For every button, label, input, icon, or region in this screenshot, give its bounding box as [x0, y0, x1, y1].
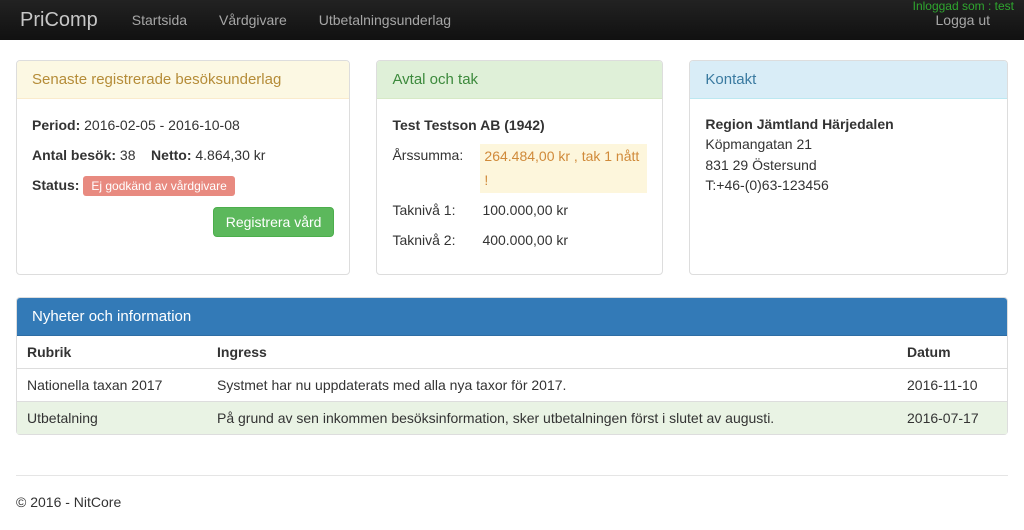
- nav-startsida[interactable]: Startsida: [118, 2, 201, 38]
- panel-agreement-body: Test Testson AB (1942) Årssumma: 264.484…: [377, 99, 662, 274]
- news-rubrik: Nationella taxan 2017: [17, 368, 207, 401]
- panel-contact-title: Kontakt: [690, 61, 1007, 99]
- level1-label: Taknivå 1:: [392, 199, 482, 223]
- period-value: 2016-02-05 - 2016-10-08: [84, 117, 240, 133]
- table-row: Nationella taxan 2017 Systmet har nu upp…: [17, 368, 1007, 401]
- navbar: PriComp Startsida Vårdgivare Utbetalning…: [0, 0, 1024, 40]
- contact-phone: T:+46-(0)63-123456: [705, 175, 992, 195]
- panel-latest-title: Senaste registrerade besöksunderlag: [17, 61, 349, 99]
- level1-value: 100.000,00 kr: [482, 199, 568, 223]
- year-sum-label: Årssumma:: [392, 144, 480, 194]
- panel-latest-body: Period: 2016-02-05 - 2016-10-08 Antal be…: [17, 99, 349, 252]
- nav-utbetalningsunderlag[interactable]: Utbetalningsunderlag: [305, 2, 465, 38]
- footer-divider: [16, 475, 1008, 476]
- panel-latest: Senaste registrerade besöksunderlag Peri…: [16, 60, 350, 275]
- news-th-datum: Datum: [897, 336, 1007, 369]
- news-datum: 2016-11-10: [897, 368, 1007, 401]
- level2-label: Taknivå 2:: [392, 229, 482, 253]
- contact-postal: 831 29 Östersund: [705, 155, 992, 175]
- panel-agreement: Avtal och tak Test Testson AB (1942) Års…: [376, 60, 663, 275]
- table-row: Utbetalning På grund av sen inkommen bes…: [17, 401, 1007, 434]
- news-datum: 2016-07-17: [897, 401, 1007, 434]
- net-value: 4.864,30 kr: [195, 147, 265, 163]
- register-care-button[interactable]: Registrera vård: [213, 207, 335, 237]
- panel-contact: Kontakt Region Jämtland Härjedalen Köpma…: [689, 60, 1008, 275]
- count-value: 38: [120, 147, 136, 163]
- level2-value: 400.000,00 kr: [482, 229, 568, 253]
- status-label: Status:: [32, 177, 79, 193]
- status-badge: Ej godkänd av vårdgivare: [83, 176, 234, 196]
- panel-news-title: Nyheter och information: [17, 298, 1007, 336]
- contact-street: Köpmangatan 21: [705, 134, 992, 154]
- news-th-rubrik: Rubrik: [17, 336, 207, 369]
- news-rubrik: Utbetalning: [17, 401, 207, 434]
- nav-links: Startsida Vårdgivare Utbetalningsunderla…: [118, 2, 465, 38]
- news-th-ingress: Ingress: [207, 336, 897, 369]
- agreement-company: Test Testson AB (1942): [392, 117, 544, 133]
- logged-in-label: Inloggad som : test: [913, 0, 1014, 13]
- main-container: Senaste registrerade besöksunderlag Peri…: [0, 40, 1024, 435]
- nav-vardgivare[interactable]: Vårdgivare: [205, 2, 301, 38]
- year-sum-value: 264.484,00 kr , tak 1 nått !: [480, 144, 647, 194]
- count-label: Antal besök:: [32, 147, 116, 163]
- news-ingress: På grund av sen inkommen besöksinformati…: [207, 401, 897, 434]
- panel-news: Nyheter och information Rubrik Ingress D…: [16, 297, 1008, 435]
- period-label: Period:: [32, 117, 80, 133]
- net-label: Netto:: [151, 147, 191, 163]
- contact-name: Region Jämtland Härjedalen: [705, 116, 893, 132]
- brand-link[interactable]: PriComp: [20, 9, 98, 32]
- panel-agreement-title: Avtal och tak: [377, 61, 662, 99]
- panels-row: Senaste registrerade besöksunderlag Peri…: [16, 60, 1008, 275]
- news-ingress: Systmet har nu uppdaterats med alla nya …: [207, 368, 897, 401]
- news-table: Rubrik Ingress Datum Nationella taxan 20…: [17, 336, 1007, 434]
- panel-contact-body: Region Jämtland Härjedalen Köpmangatan 2…: [690, 99, 1007, 210]
